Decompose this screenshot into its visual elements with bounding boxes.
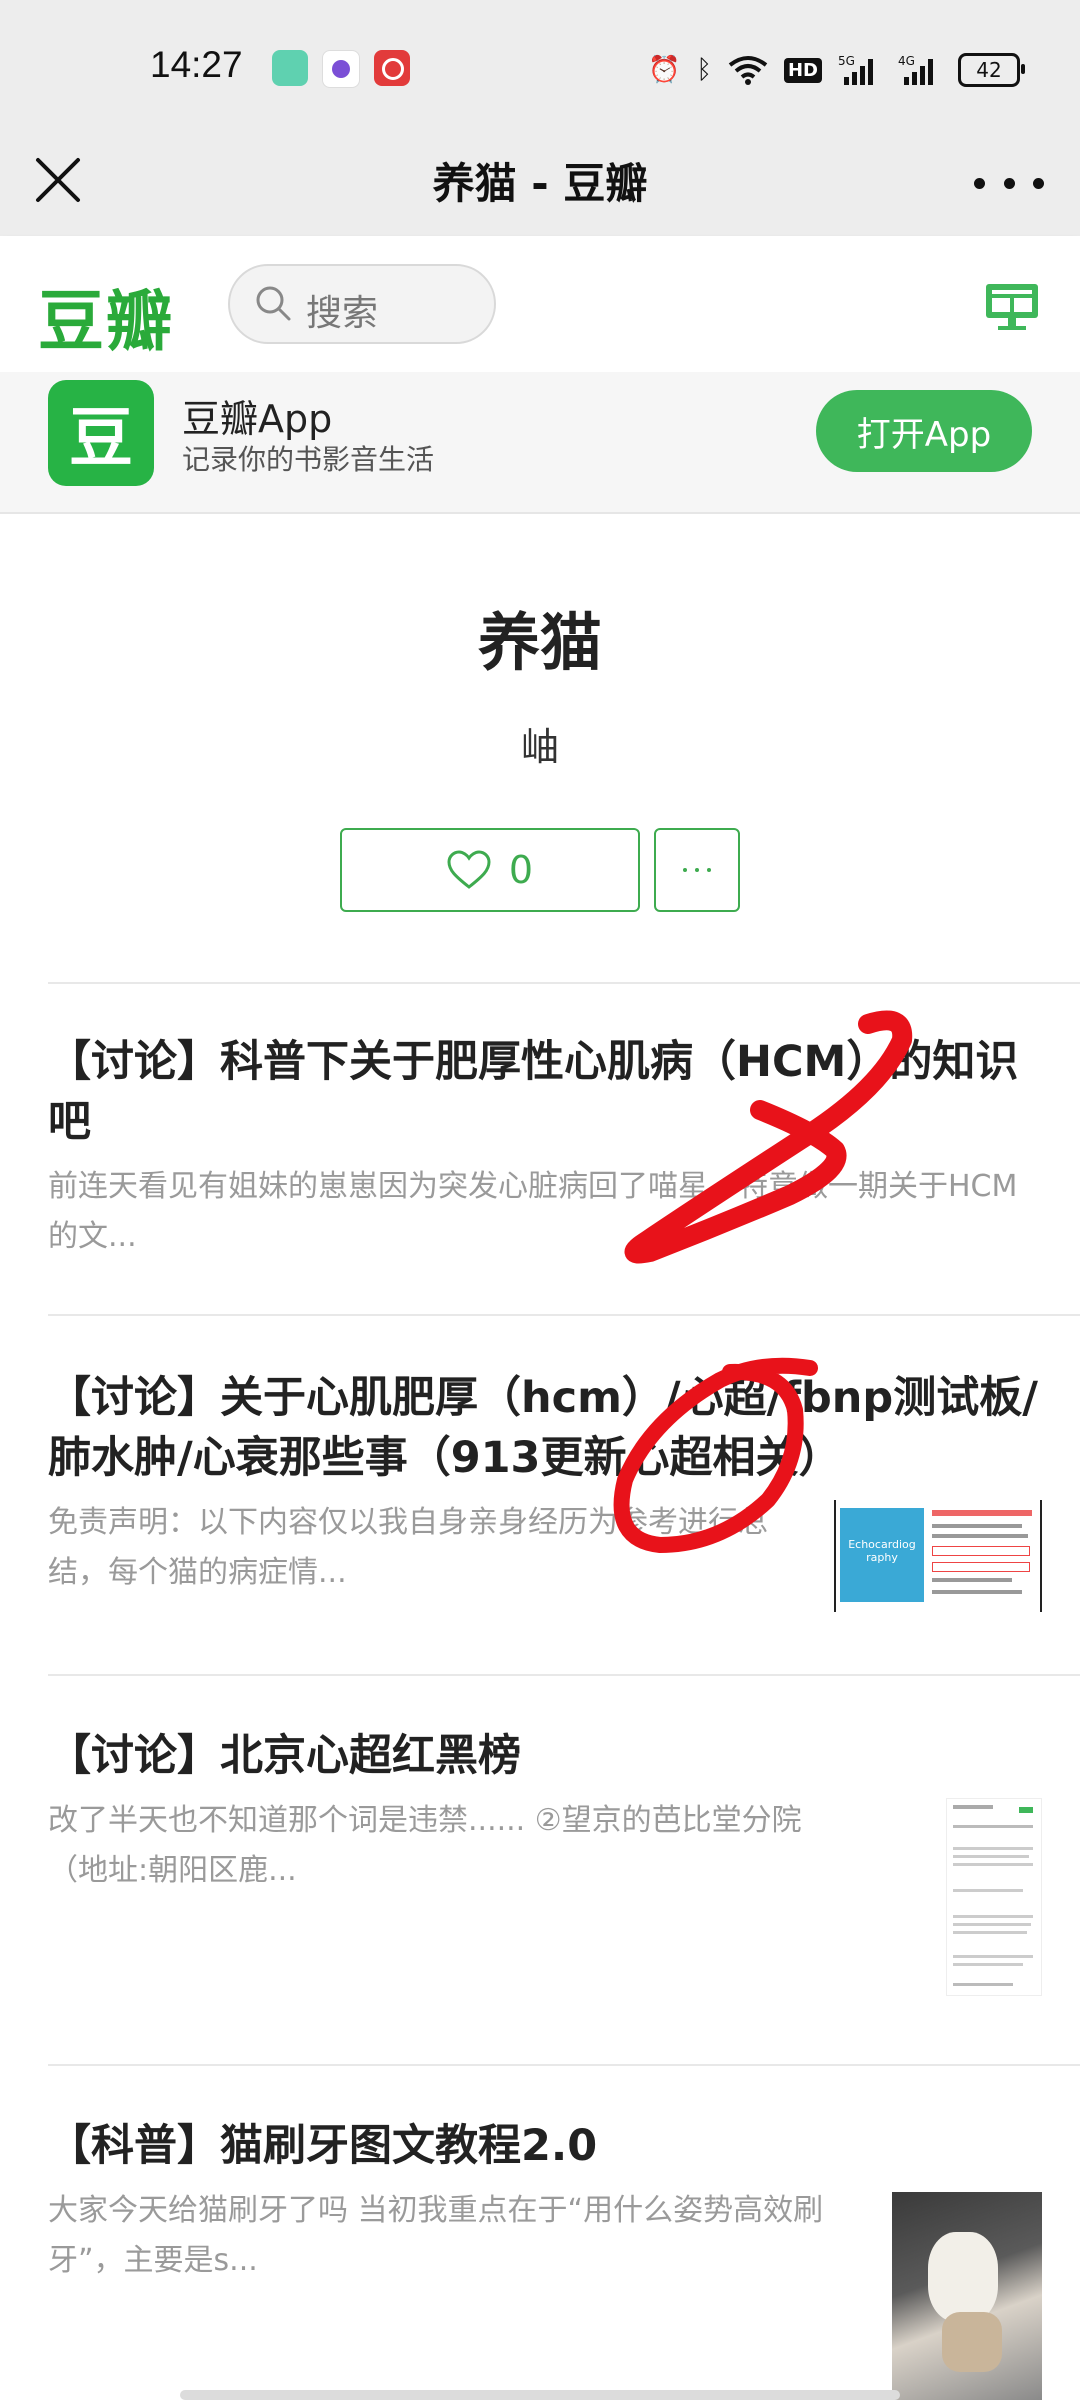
list-item[interactable]: 【讨论】科普下关于肥厚性心肌病（HCM）的知识吧 前连天看见有姐妹的崽崽因为突发… [48, 1032, 1042, 1262]
divider [48, 1674, 1080, 1676]
more-menu-icon[interactable] [974, 158, 1044, 208]
post-title[interactable]: 【讨论】科普下关于肥厚性心肌病（HCM）的知识吧 [48, 1032, 1042, 1152]
signal-5g-icon: 5G [838, 54, 873, 85]
divider [48, 982, 1080, 984]
post-title[interactable]: 【科普】猫刷牙图文教程2.0 [48, 2116, 1042, 2176]
topic-more-button[interactable] [654, 828, 740, 912]
like-button[interactable]: 0 [340, 828, 640, 912]
douban-app-icon: 豆 [48, 380, 154, 486]
topic-author[interactable]: 岫 [0, 716, 1080, 771]
wifi-icon [728, 56, 768, 85]
search-placeholder: 搜索 [306, 293, 379, 334]
app-name: 豆瓣App [182, 397, 333, 441]
topic-title: 养猫 [477, 606, 602, 679]
thumbnail-label: Echocardiog raphy [840, 1508, 924, 1602]
post-thumbnail[interactable]: Echocardiog raphy [834, 1500, 1042, 1612]
svg-text:5G: 5G [838, 54, 855, 68]
page-title: 养猫 - 豆瓣 [432, 159, 648, 208]
hd-icon: HD [783, 57, 822, 83]
svg-text:4G: 4G [898, 54, 915, 68]
post-thumbnail[interactable] [946, 1798, 1042, 1996]
home-indicator [180, 2390, 900, 2400]
like-count: 0 [508, 848, 534, 892]
list-item[interactable]: 【科普】猫刷牙图文教程2.0 大家今天给猫刷牙了吗 当初我重点在于“用什么姿势高… [48, 2116, 1042, 2400]
heart-icon [447, 850, 491, 889]
divider [48, 1314, 1080, 1316]
bluetooth-icon: ᛒ [696, 55, 712, 85]
battery-icon: 42 [958, 53, 1025, 87]
site-header: 豆瓣 搜索 [0, 236, 1080, 372]
post-title[interactable]: 【讨论】关于心肌肥厚（hcm）/心超/fbnp测试板/肺水肿/心衰那些事（913… [48, 1368, 1042, 1488]
desktop-version-icon[interactable] [984, 282, 1040, 332]
music-notification-icon [374, 50, 410, 86]
nav-bar: 养猫 - 豆瓣 [0, 130, 1080, 236]
status-icons: ⏰ ᛒ HD 5G 4G 42 [648, 50, 1025, 90]
divider [48, 2064, 1080, 2066]
search-icon [256, 286, 291, 321]
search-input[interactable]: 搜索 [228, 264, 496, 344]
app-notification-icon [272, 50, 308, 86]
app-banner: 豆 豆瓣App 记录你的书影音生活 打开App [0, 372, 1080, 514]
status-bar: 14:27 ⏰ ᛒ HD 5G 4G 42 [0, 0, 1080, 130]
post-thumbnail[interactable] [892, 2192, 1042, 2400]
post-excerpt: 大家今天给猫刷牙了吗 当初我重点在于“用什么姿势高效刷牙”，主要是s... [48, 2193, 824, 2278]
app-subtitle: 记录你的书影音生活 [182, 443, 435, 476]
douban-logo[interactable]: 豆瓣 [38, 268, 174, 364]
post-excerpt: 免责声明：以下内容仅以我自身亲身经历为参考进行总结，每个猫的病症情... [48, 1505, 768, 1590]
post-excerpt: 前连天看见有姐妹的崽崽因为突发心脏病回了喵星，特意做一期关于HCM的文... [48, 1169, 1018, 1254]
list-item[interactable]: 【讨论】关于心肌肥厚（hcm）/心超/fbnp测试板/肺水肿/心衰那些事（913… [48, 1368, 1042, 1612]
post-title[interactable]: 【讨论】北京心超红黑榜 [48, 1726, 1042, 1786]
list-item[interactable]: 【讨论】北京心超红黑榜 改了半天也不知道那个词是违禁...... ②望京的芭比堂… [48, 1726, 1042, 1996]
status-time: 14:27 [150, 44, 243, 85]
alarm-icon: ⏰ [648, 55, 681, 85]
signal-4g-icon: 4G [898, 54, 933, 85]
open-app-button[interactable]: 打开App [816, 390, 1032, 472]
post-excerpt: 改了半天也不知道那个词是违禁...... ②望京的芭比堂分院（地址:朝阳区鹿..… [48, 1803, 802, 1888]
chat-notification-icon [322, 50, 360, 88]
